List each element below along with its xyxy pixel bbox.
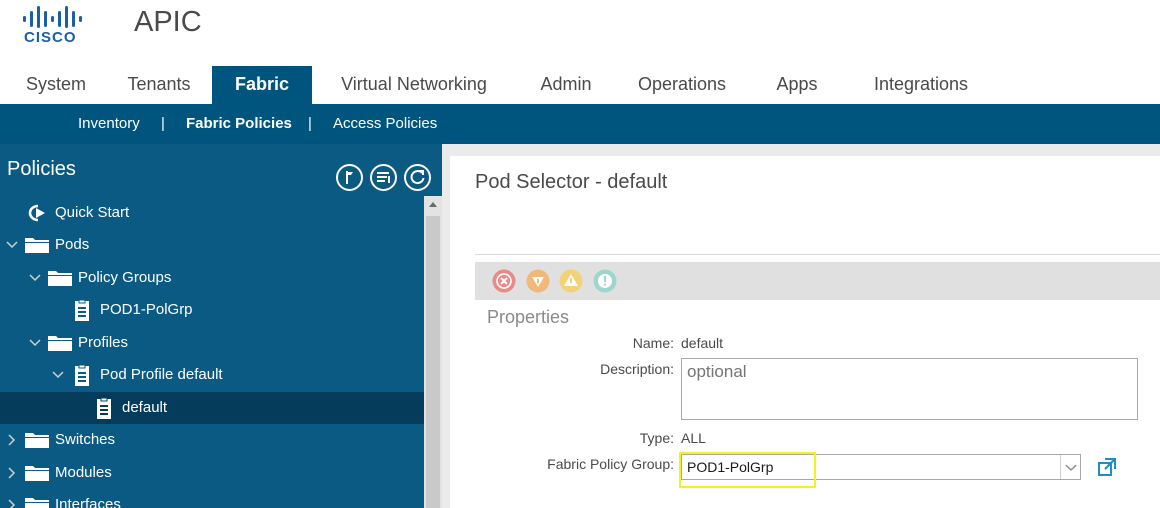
cisco-logo: CISCO bbox=[20, 4, 90, 46]
logo-text: CISCO bbox=[24, 29, 77, 46]
description-label: Description: bbox=[600, 361, 674, 377]
tree-item-label: Profiles bbox=[78, 334, 129, 351]
subnav-separator: | bbox=[161, 115, 165, 132]
critical-fault-icon[interactable] bbox=[492, 269, 516, 293]
chevron-down-icon[interactable] bbox=[1060, 455, 1081, 479]
content-area: Pod Selector - default Properties Name: … bbox=[442, 144, 1160, 508]
folder-icon bbox=[25, 433, 49, 448]
subnav-inventory[interactable]: Inventory bbox=[78, 115, 140, 132]
folder-icon bbox=[25, 498, 49, 508]
tree-item-label: POD1-PolGrp bbox=[100, 301, 193, 318]
chevron-down-icon[interactable] bbox=[5, 238, 19, 252]
tree-refresh-button[interactable] bbox=[404, 164, 431, 191]
tree-item-label: Modules bbox=[55, 464, 112, 481]
tree-item-label: Switches bbox=[55, 431, 116, 448]
tree-item-label: default bbox=[122, 399, 168, 416]
refresh-icon bbox=[410, 170, 425, 185]
tab-integrations[interactable]: Integrations bbox=[858, 66, 984, 104]
chevron-right-icon[interactable] bbox=[5, 466, 19, 480]
chevron-down-icon[interactable] bbox=[28, 336, 42, 350]
tree-item-quick-start[interactable]: Quick Start bbox=[0, 197, 424, 229]
tree-item-pod-profile-default[interactable]: Pod Profile default bbox=[0, 359, 424, 391]
subnav-separator: | bbox=[308, 115, 312, 132]
tree-item-modules[interactable]: Modules bbox=[0, 457, 424, 489]
name-value: default bbox=[681, 335, 724, 351]
tab-virtual-networking[interactable]: Virtual Networking bbox=[324, 66, 504, 104]
tree-item-switches[interactable]: Switches bbox=[0, 424, 424, 456]
document-icon bbox=[75, 300, 89, 321]
description-field[interactable] bbox=[681, 358, 1138, 420]
chevron-right-icon[interactable] bbox=[5, 433, 19, 447]
folder-icon bbox=[25, 466, 49, 481]
fault-counts-bar bbox=[475, 262, 1160, 300]
tree-item-pod1-polgrp[interactable]: POD1-PolGrp bbox=[0, 294, 424, 326]
chevron-down-icon[interactable] bbox=[51, 368, 65, 382]
tree-list-button[interactable] bbox=[370, 164, 397, 191]
sidebar-title: Policies bbox=[7, 158, 76, 180]
scroll-thumb[interactable] bbox=[426, 216, 440, 508]
tree-scrollbar[interactable] bbox=[424, 196, 442, 508]
flag-icon bbox=[346, 171, 353, 184]
folder-icon bbox=[48, 336, 72, 351]
warning-fault-icon[interactable] bbox=[593, 269, 617, 293]
highlight-box bbox=[679, 452, 816, 488]
document-icon bbox=[75, 365, 89, 386]
divider bbox=[475, 254, 1160, 255]
tree-item-profiles[interactable]: Profiles bbox=[0, 327, 424, 359]
quick-start-icon bbox=[28, 204, 45, 222]
tree-item-label: Policy Groups bbox=[78, 269, 172, 286]
minor-fault-icon[interactable] bbox=[559, 269, 583, 293]
tab-system[interactable]: System bbox=[12, 66, 100, 104]
app-title: APIC bbox=[134, 6, 202, 38]
open-external-icon[interactable] bbox=[1097, 457, 1117, 477]
tree-item-label: Pod Profile default bbox=[100, 366, 223, 383]
fabric-policy-group-label: Fabric Policy Group: bbox=[547, 456, 674, 472]
tab-apps[interactable]: Apps bbox=[762, 66, 832, 104]
sub-navigation: Inventory | Fabric Policies | Access Pol… bbox=[0, 104, 1160, 144]
properties-heading: Properties bbox=[487, 307, 570, 327]
tree-item-label: Pods bbox=[55, 236, 90, 253]
chevron-down-icon[interactable] bbox=[28, 271, 42, 285]
tree-item-pods[interactable]: Pods bbox=[0, 229, 424, 261]
tree-item-interfaces[interactable]: Interfaces bbox=[0, 489, 424, 508]
tab-operations[interactable]: Operations bbox=[624, 66, 740, 104]
list-icon bbox=[377, 172, 390, 183]
tree-item-policy-groups[interactable]: Policy Groups bbox=[0, 262, 424, 294]
tree-item-label: Interfaces bbox=[55, 496, 121, 508]
name-label: Name: bbox=[632, 335, 674, 351]
scroll-up-arrow-icon[interactable] bbox=[424, 196, 442, 214]
pod-selector-panel: Pod Selector - default Properties Name: … bbox=[450, 156, 1160, 508]
tree-flag-button[interactable] bbox=[336, 164, 363, 191]
tab-admin[interactable]: Admin bbox=[526, 66, 606, 104]
page-title: Pod Selector - default bbox=[475, 171, 668, 193]
subnav-fabric-policies[interactable]: Fabric Policies bbox=[186, 115, 292, 132]
type-label: Type: bbox=[639, 430, 674, 446]
app-header: CISCO APIC bbox=[0, 0, 1160, 66]
cisco-bars-icon bbox=[23, 6, 82, 28]
subnav-access-policies[interactable]: Access Policies bbox=[333, 115, 437, 132]
tab-fabric[interactable]: Fabric bbox=[212, 66, 312, 104]
folder-icon bbox=[48, 271, 72, 286]
tab-tenants[interactable]: Tenants bbox=[114, 66, 204, 104]
chevron-right-icon[interactable] bbox=[5, 498, 19, 508]
document-icon bbox=[97, 398, 111, 419]
tree-item-default-selected[interactable]: default bbox=[0, 392, 424, 424]
main-tabs: System Tenants Fabric Virtual Networking… bbox=[0, 66, 1160, 104]
type-value: ALL bbox=[681, 430, 706, 446]
major-fault-icon[interactable] bbox=[526, 269, 550, 293]
policies-sidebar: Policies Quick Start Pods Policy Groups … bbox=[0, 144, 442, 508]
folder-icon bbox=[25, 238, 49, 253]
tree-item-label: Quick Start bbox=[55, 204, 130, 221]
